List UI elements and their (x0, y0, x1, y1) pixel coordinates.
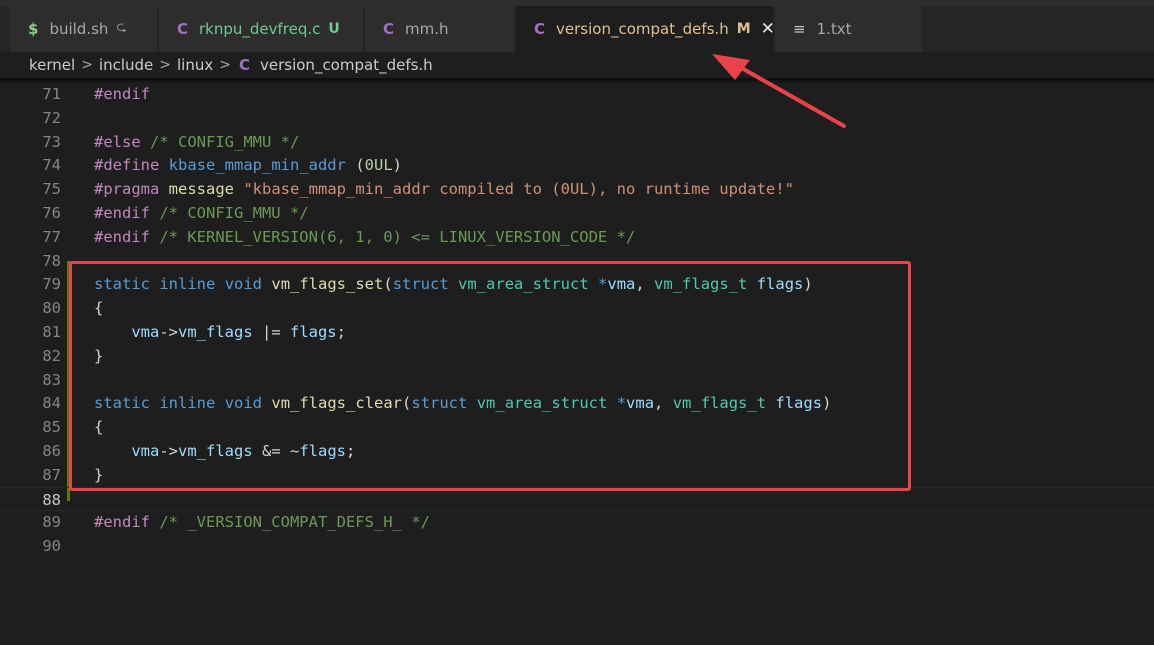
annotation-arrow-icon (712, 54, 846, 128)
